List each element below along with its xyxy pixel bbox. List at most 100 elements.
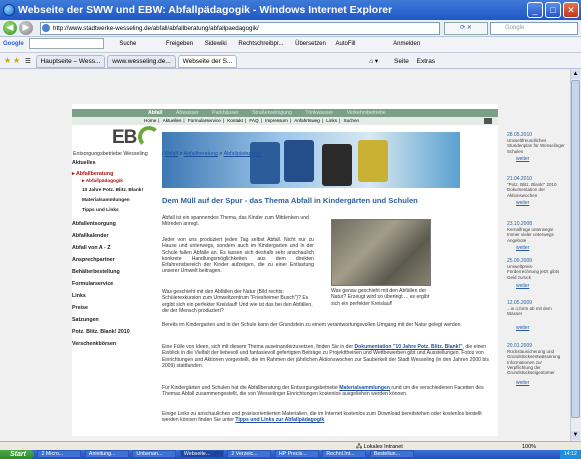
nav-trinkwasser[interactable]: Trinkwasser [299,109,339,117]
subnav-home[interactable]: Home [142,118,158,123]
news-more-link[interactable]: weiter [516,200,529,206]
subnav-impressum[interactable]: Impressum [263,118,290,123]
taskbar-item[interactable]: Rechnl.Int... [322,450,367,458]
sidebar-ansprechpartner[interactable]: Ansprechpartner [72,257,115,263]
link-tipps[interactable]: Tipps und Links zur Abfallpädagogik [235,417,324,423]
add-favorites-icon[interactable]: ★ [13,56,20,65]
sidebar-abfallberatung[interactable]: ▸ Abfallberatung [72,171,113,177]
toolbar-extras[interactable]: Extras [411,58,435,65]
subnav-links[interactable]: Links [324,118,339,123]
taskbar-item[interactable]: HP Precis... [274,450,319,458]
toolbar-seite[interactable]: Seite [380,58,409,65]
subnav-faq[interactable]: FAQ [247,118,260,123]
sidebar-links[interactable]: Links [72,293,86,299]
link-dokumentation[interactable]: Dokumentation "10 Jahre Potz. Blitz. Bla… [354,344,462,350]
refresh-stop-buttons[interactable]: ⟳ ✕ [444,22,488,35]
sidebar-abfall-a-z[interactable]: Abfall von A - Z [72,245,110,251]
toolbar-freigeben[interactable]: Freigeben [138,37,193,52]
article-content: Abfall ist ein spannendes Thema, das Kin… [162,210,497,435]
paragraph: Für Kindergärten und Schulen hat die Abf… [162,385,484,398]
tab-hauptseite[interactable]: Hauptseite – Wess... [35,55,106,68]
news-more-link[interactable]: weiter [516,283,529,289]
black-bin [322,144,352,186]
toolbar-rechtschreib[interactable]: Rechtschreibpr... [228,37,283,52]
news-column: 28.05.2010 Umweltfreundliches Stundenpla… [503,132,567,432]
nav-abwasser[interactable]: Abwasser [170,109,205,117]
taskbar: Start 2 Micro... Anleitung... Unbenan...… [0,450,581,459]
scroll-down-icon[interactable]: ▼ [571,431,580,440]
nav-strassenreinigung[interactable]: Straßenreinigung [246,109,298,117]
subnav-kontakt[interactable]: Kontakt [225,118,245,123]
tab-webseite[interactable]: Webseite der S... [177,55,238,68]
scroll-thumb[interactable] [571,80,580,418]
window-titlebar: Webseite der SWW und EBW: Abfallpädagogi… [0,0,581,20]
subnav-aktuelles[interactable]: Aktuelles [161,118,184,123]
news-more-link[interactable]: weiter [516,156,529,162]
sidebar-10-jahre[interactable]: 10 Jahre Potz. Blitz. Blank! [82,188,143,193]
search-go-button[interactable] [484,118,492,124]
sidebar-abfallkalender[interactable]: Abfallkalender [72,233,109,239]
link-materialsammlungen[interactable]: Materialsammlungen [339,385,390,391]
sidebar-tipps-links[interactable]: Tipps und Links [82,208,119,213]
taskbar-item[interactable]: Unbenan... [132,450,177,458]
toolbar-anmelden[interactable]: Anmelden [357,37,420,52]
sidebar-materialsammlungen[interactable]: Materialsammlungen [82,198,130,203]
sidebar-formularservice[interactable]: Formularservice [72,281,113,287]
crumb-abfallpaedagogik[interactable]: Abfallpädagogik [224,151,262,157]
back-icon[interactable]: ◀ [3,21,17,35]
sidebar-satzungen[interactable]: Satzungen [72,317,99,323]
toolbar-uebersetzen[interactable]: Übersetzen [285,37,326,52]
paragraph: Eine Fülle von Ideen, sich mit diesem Th… [162,344,489,369]
site-main-nav: Abfall Abwasser Parkhäuser Straßenreinig… [72,109,498,117]
toolbar-autofill[interactable]: AutoFill [327,37,355,52]
yellow-bin [358,140,388,182]
close-button[interactable]: ✕ [563,2,579,18]
start-button[interactable]: Start [0,450,34,459]
subnav-anfahrtsweg[interactable]: Anfahrtsweg [292,118,322,123]
news-more-link[interactable]: weiter [516,245,529,251]
sidebar-preise[interactable]: Preise [72,305,88,311]
toolbar-suche[interactable]: Suche [105,37,136,52]
ebw-logo[interactable]: EB [112,127,137,149]
nav-parkhaeuser[interactable]: Parkhäuser [206,109,245,117]
search-input[interactable]: Google [490,22,578,35]
subnav-formularservice[interactable]: Formularservice [186,118,223,123]
news-text: ...in o.form ab mit dem Wasser [507,306,552,317]
tab-list-icon[interactable]: ☰ [22,58,34,65]
scroll-up-icon[interactable]: ▲ [571,70,580,79]
maximize-button[interactable]: □ [545,2,561,18]
toolbar-home-icon[interactable]: ⌂ ▾ [239,54,378,68]
sidebar-potz-blitz-2010[interactable]: Potz. Blitz. Blank! 2010 [72,329,130,335]
minimize-button[interactable]: _ [527,2,543,18]
system-clock[interactable]: 14:12 [559,450,581,459]
tab-wesseling[interactable]: www.wesseling.de... [107,55,176,68]
favorites-star-icon[interactable]: ★ [0,56,11,65]
paragraph: Bereits im Kindergarten und in der Schul… [162,322,462,328]
paragraph: Einige Links zu anschaulichen und praxis… [162,411,482,424]
taskbar-item[interactable]: 2 Verzeic... [227,450,272,458]
news-more-link[interactable]: weiter [516,380,529,386]
sidebar-behaelterbestellung[interactable]: Behälterbestellung [72,269,120,275]
address-input[interactable]: http://www.stadtwerke-wesseling.de/abfal… [40,22,440,35]
taskbar-item[interactable]: Anleitung... [84,450,129,458]
subnav-suchen[interactable]: Suchen [342,118,362,123]
sidebar-abfallentsorgung[interactable]: Abfallentsorgung [72,221,116,227]
crumb-abfall[interactable]: Abfall [165,151,178,157]
forward-icon[interactable]: ▶ [19,21,33,35]
sidebar-aktuelles[interactable]: Aktuelles [72,160,96,166]
taskbar-item[interactable]: Bestellun... [369,450,414,458]
site-sub-nav: Home | Aktuelles | Formularservice | Kontak… [72,117,498,125]
nav-abfall[interactable]: Abfall [72,109,168,117]
crumb-abfallberatung[interactable]: Abfallberatung [184,151,218,157]
news-text: Umweltpreis-Förderrechnung jetzt gibts G… [507,264,560,280]
tab-row: ★ ★ ☰ Hauptseite – Wess... www.wesseling… [0,53,581,69]
nav-verkehrsbetriebe[interactable]: Verkehrsbetriebe [341,109,392,117]
google-search-input[interactable] [28,37,104,49]
toolbar-sidewiki[interactable]: Sidewiki [195,37,227,52]
sidebar-verschenkboersen[interactable]: Verschenkbörsen [72,341,116,347]
taskbar-item[interactable]: 2 Micro... [37,450,82,458]
blue-bin [284,140,314,182]
taskbar-item-active[interactable]: Webseite... [179,450,224,458]
news-more-link[interactable]: weiter [516,325,529,331]
sidebar-abfallpaedagogik[interactable]: ▸ Abfallpädagogik [82,179,123,184]
